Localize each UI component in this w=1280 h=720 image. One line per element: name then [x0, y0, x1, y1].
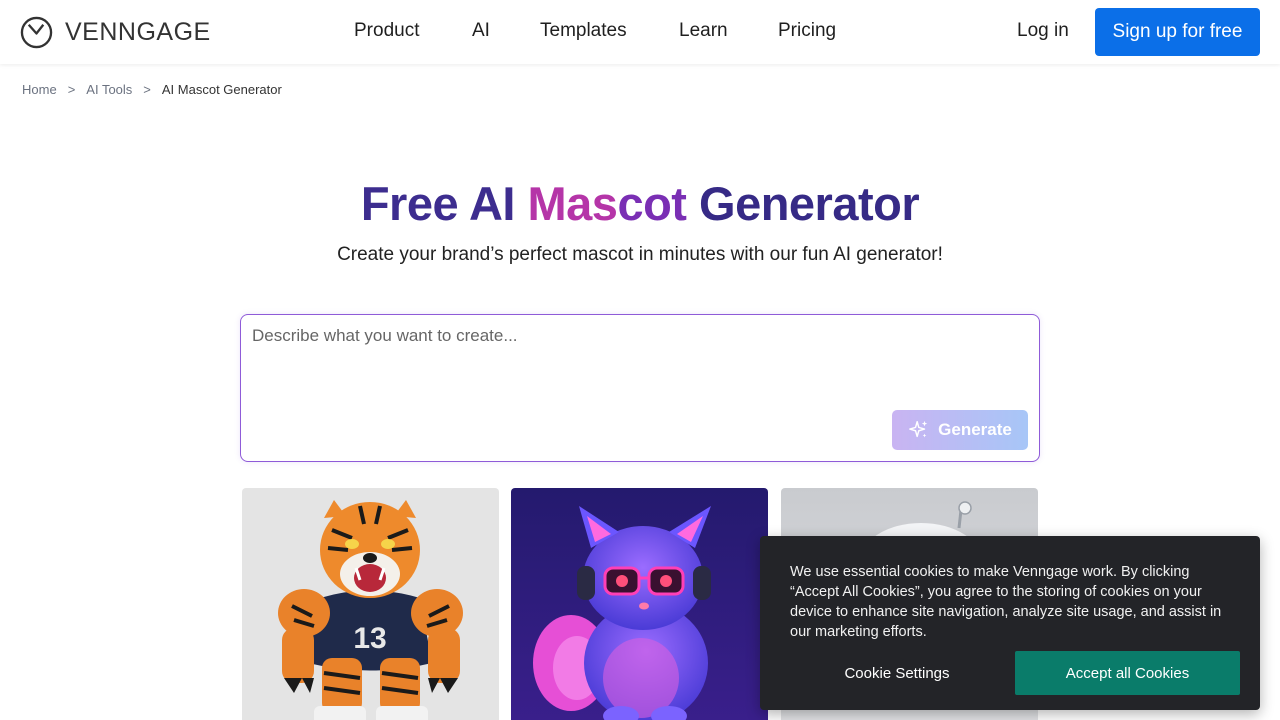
gallery-card-neon-cat[interactable]: [511, 488, 768, 720]
breadcrumb-ai-tools[interactable]: AI Tools: [86, 82, 132, 97]
site-header: VENNGAGE Product AI Templates Learn Pric…: [0, 0, 1280, 64]
venngage-logo[interactable]: VENNGAGE: [20, 15, 211, 49]
nav-item-learn[interactable]: Learn: [679, 20, 728, 42]
gallery-card-tiger[interactable]: 13: [242, 488, 499, 720]
breadcrumb-separator: >: [67, 82, 76, 97]
nav-item-templates[interactable]: Templates: [540, 20, 627, 42]
page-title: Free AI Mascot Generator: [0, 176, 1280, 231]
generate-button[interactable]: Generate: [892, 410, 1028, 450]
tiger-mascot-image: 13: [242, 488, 499, 720]
prompt-input[interactable]: [252, 326, 1022, 406]
breadcrumb-current: AI Mascot Generator: [161, 82, 282, 97]
nav-item-product[interactable]: Product: [354, 20, 419, 42]
breadcrumb-separator: >: [143, 82, 151, 97]
sparkles-icon: [909, 420, 928, 438]
breadcrumb: Home > AI Tools > AI Mascot Generator: [22, 82, 282, 97]
neon-cat-mascot-image: [511, 488, 768, 720]
title-word-mascot: Mascot: [528, 177, 687, 230]
breadcrumb-home[interactable]: Home: [22, 82, 57, 97]
nav-item-pricing[interactable]: Pricing: [778, 20, 836, 42]
login-link[interactable]: Log in: [1017, 20, 1069, 42]
title-word-free: Free: [360, 177, 459, 230]
nav-item-ai[interactable]: AI: [472, 20, 490, 42]
accept-cookies-button[interactable]: Accept all Cookies: [1015, 651, 1240, 695]
generate-label: Generate: [938, 420, 1012, 439]
jersey-number: 13: [353, 622, 386, 655]
cookie-banner: We use essential cookies to make Venngag…: [760, 536, 1260, 710]
signup-button[interactable]: Sign up for free: [1095, 8, 1260, 56]
venngage-logo-icon: [20, 16, 53, 48]
title-word-ai: AI: [468, 177, 516, 230]
prompt-box: Generate: [240, 314, 1040, 462]
title-word-mascot-b: cot: [617, 177, 687, 230]
title-word-generator: Generator: [699, 177, 920, 230]
logo-text: VENNGAGE: [65, 17, 211, 46]
cookie-text: We use essential cookies to make Venngag…: [790, 564, 1222, 640]
page-subtitle: Create your brand’s perfect mascot in mi…: [337, 244, 943, 265]
cookie-settings-button[interactable]: Cookie Settings: [790, 651, 1004, 695]
title-word-mascot-a: Mas: [527, 177, 618, 230]
